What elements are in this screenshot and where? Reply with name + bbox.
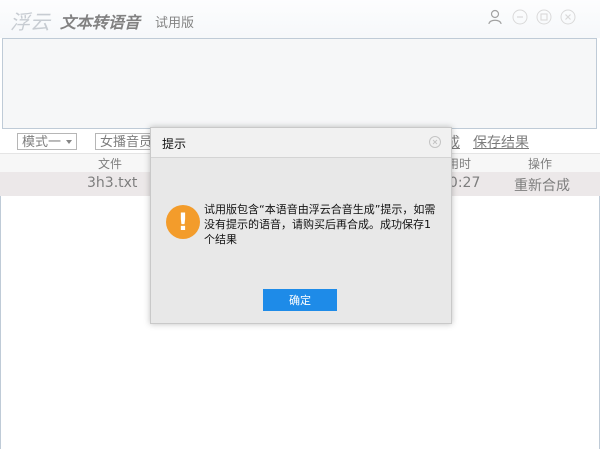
warning-icon: ! bbox=[166, 205, 200, 239]
dialog-header: 提示 bbox=[151, 128, 451, 158]
dialog-message: 试用版包含“本语音由浮云合音生成”提示，如需没有提示的语音，请购买后再合成。成功… bbox=[204, 203, 436, 246]
dialog-title: 提示 bbox=[162, 137, 187, 151]
prompt-dialog: 提示 ! 试用版包含“本语音由浮云合音生成”提示，如需没有提示的语音，请购买后再… bbox=[150, 127, 452, 324]
dialog-close-icon[interactable] bbox=[429, 136, 441, 148]
ok-button[interactable]: 确定 bbox=[263, 289, 337, 311]
